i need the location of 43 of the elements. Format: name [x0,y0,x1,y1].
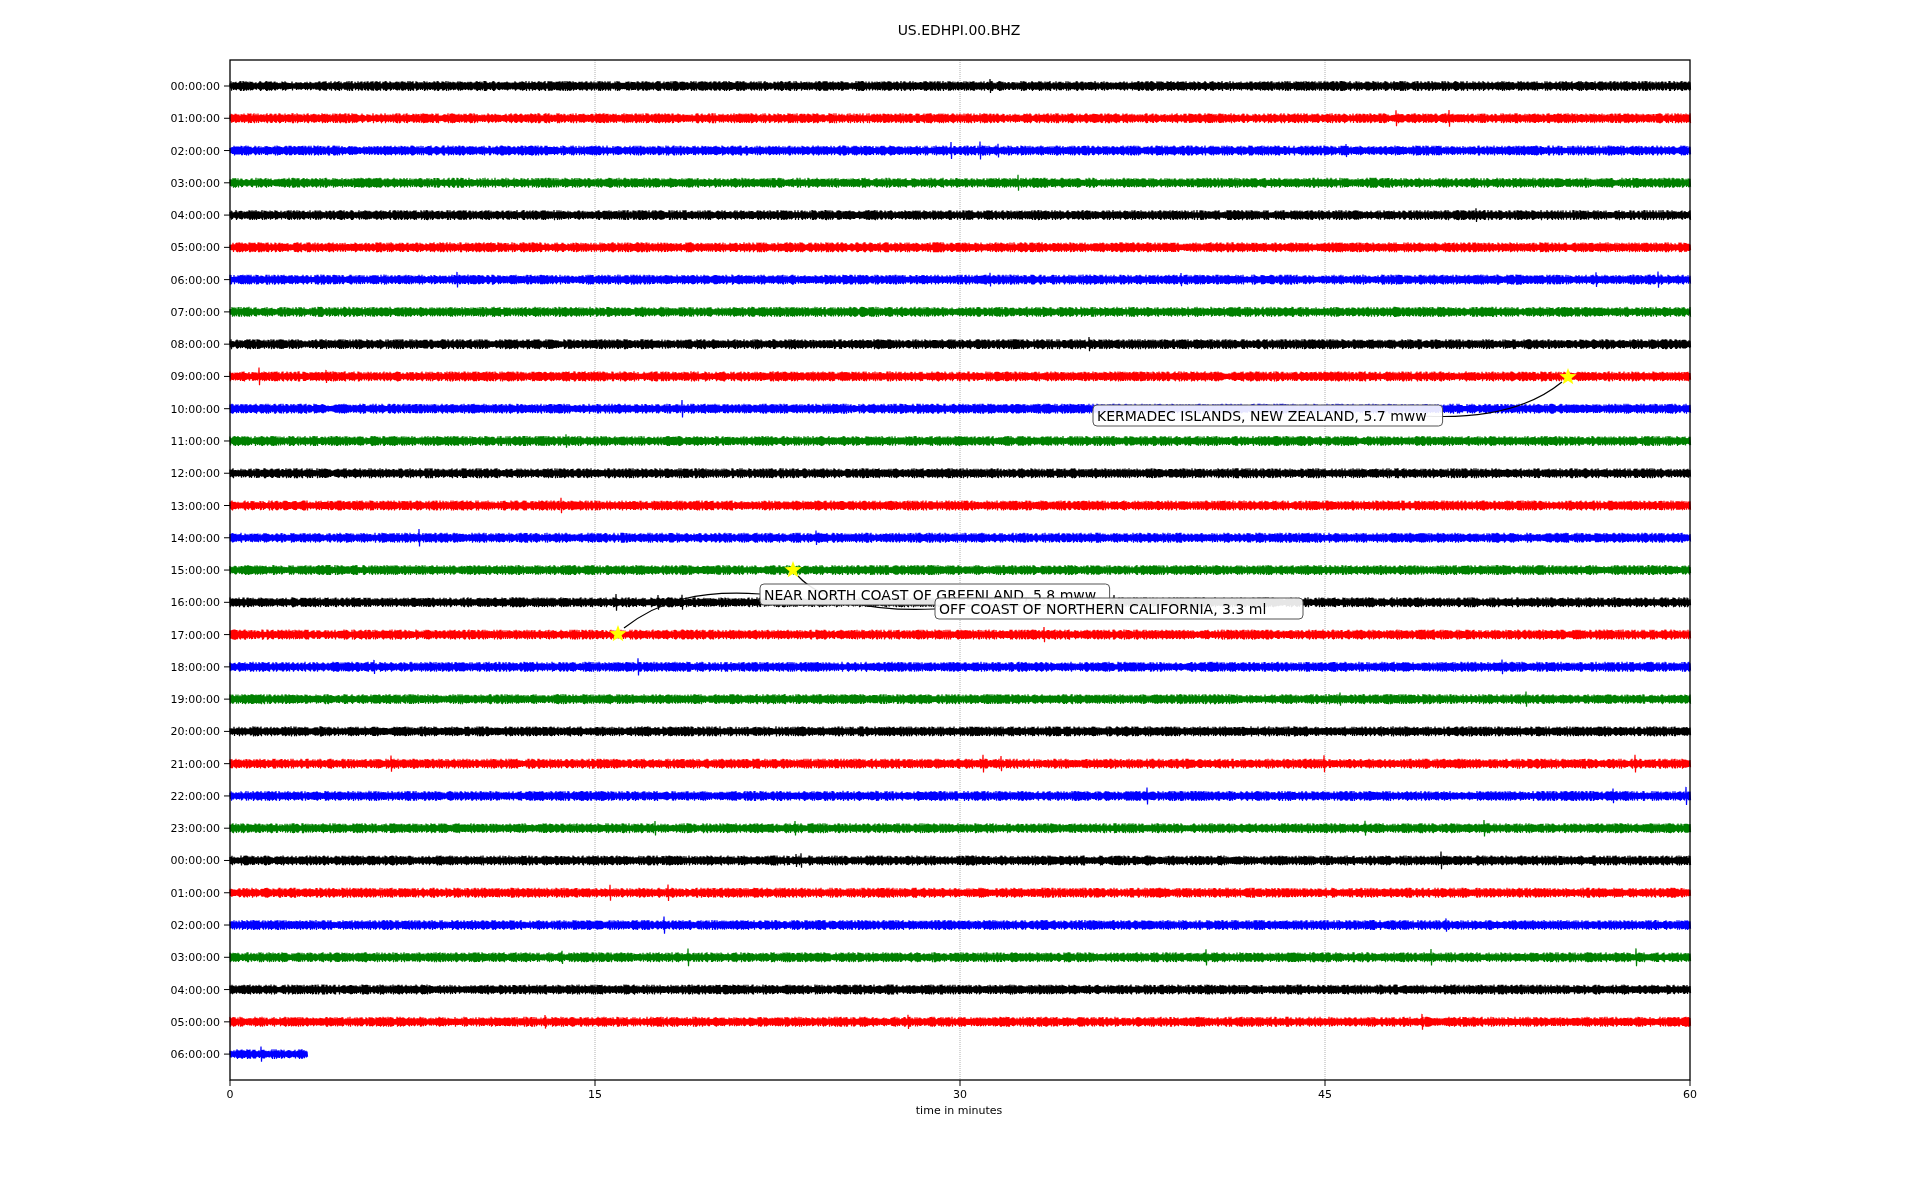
y-tick-label: 21:00:00 [170,757,220,771]
y-tick-label: 17:00:00 [170,628,220,642]
x-axis-label: time in minutes [915,1104,1003,1117]
x-tick-label: 0 [226,1088,234,1101]
y-tick-label: 02:00:00 [170,919,220,932]
x-tick-label: 60 [1683,1088,1697,1101]
x-tick-label: 45 [1318,1088,1332,1101]
y-tick-label: 04:00:00 [170,983,220,997]
y-tick-label: 03:00:00 [170,951,220,965]
y-tick-label: 02:00:00 [170,144,220,158]
x-tick-label: 30 [953,1088,967,1101]
y-tick-label: 01:00:00 [170,886,220,900]
x-tick-label: 15 [588,1088,602,1101]
y-tick-label: 07:00:00 [170,305,220,319]
y-tick-label: 06:00:00 [170,1048,220,1062]
y-tick-label: 12:00:00 [170,467,220,481]
y-tick-label: 04:00:00 [170,209,220,223]
y-tick-label: 22:00:00 [170,789,220,803]
event-callout: OFF COAST OF NORTHERN CALIFORNIA, 3.3 ml [934,597,1304,620]
y-tick-label: 18:00:00 [170,660,220,674]
y-tick-label: 09:00:00 [170,370,220,384]
y-tick-label: 10:00:00 [170,402,220,416]
y-tick-label: 03:00:00 [170,176,220,190]
event-callout: KERMADEC ISLANDS, NEW ZEALAND, 5.7 mww [1092,404,1444,427]
y-tick-label: 16:00:00 [170,596,220,610]
y-tick-label: 00:00:00 [170,80,220,93]
y-tick-label: 15:00:00 [170,564,220,578]
y-tick-label: 01:00:00 [170,112,220,126]
y-tick-label: 14:00:00 [170,531,220,545]
y-tick-label: 13:00:00 [170,499,220,513]
y-tick-label: 08:00:00 [170,338,220,352]
star-icon [1559,368,1577,385]
y-tick-label: 20:00:00 [170,725,220,739]
star-icon [784,561,802,578]
y-tick-label: 05:00:00 [170,241,220,255]
y-tick-label: 23:00:00 [170,822,220,836]
y-tick-label: 19:00:00 [170,693,220,707]
y-tick-label: 11:00:00 [170,434,220,448]
star-icon [609,625,627,642]
plot-title: US.EDHPI.00.BHZ [897,22,1021,38]
y-tick-label: 00:00:00 [170,854,220,868]
y-tick-label: 05:00:00 [170,1015,220,1029]
y-tick-label: 06:00:00 [170,273,220,287]
